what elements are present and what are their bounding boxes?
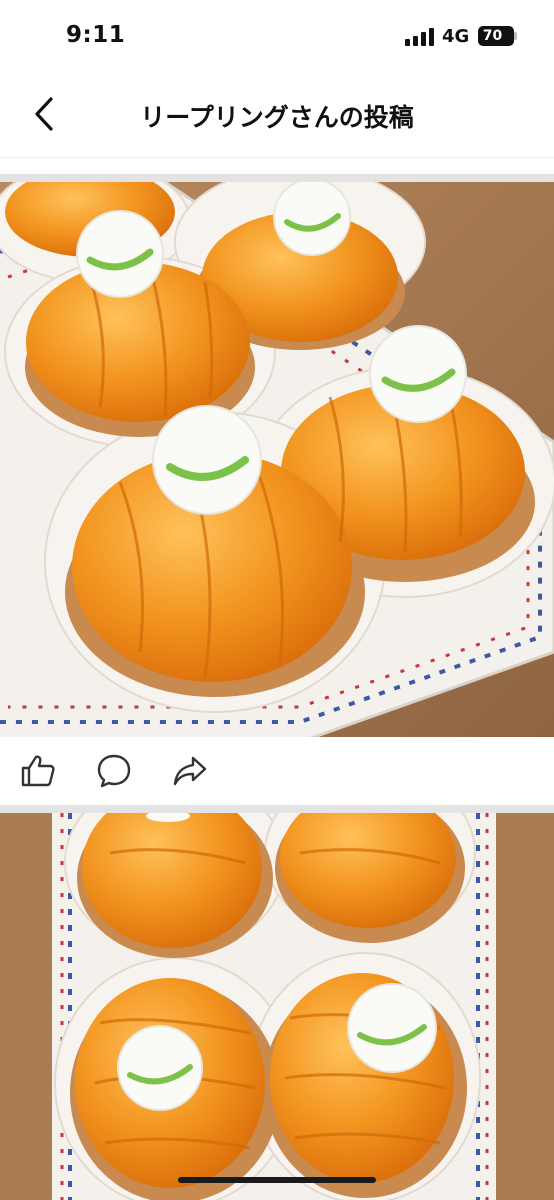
post-action-bar	[0, 737, 554, 805]
share-button[interactable]	[170, 751, 210, 791]
status-time: 9:11	[66, 22, 126, 48]
comment-button[interactable]	[94, 751, 134, 791]
page-title: リープリングさんの投稿	[140, 103, 414, 132]
signal-strength-icon	[405, 28, 435, 46]
post-separator	[0, 805, 554, 813]
network-type: 4G	[442, 26, 470, 47]
post-photo[interactable]	[0, 813, 554, 1200]
battery-tip	[514, 32, 517, 40]
like-button[interactable]	[18, 751, 58, 791]
post-photo[interactable]	[0, 182, 554, 737]
home-indicator[interactable]	[178, 1177, 376, 1183]
comment-bubble-icon	[97, 754, 131, 788]
thumbs-up-icon	[21, 755, 55, 787]
status-bar: 9:11 4G 70	[0, 0, 554, 72]
battery-icon: 70	[478, 26, 514, 46]
share-arrow-icon	[173, 756, 207, 786]
battery-level: 70	[482, 28, 503, 44]
post-separator	[0, 174, 554, 182]
post-header: リープリングさんの投稿	[0, 72, 554, 158]
tart-photo-image	[0, 813, 554, 1200]
tart-photo-image	[0, 182, 554, 737]
